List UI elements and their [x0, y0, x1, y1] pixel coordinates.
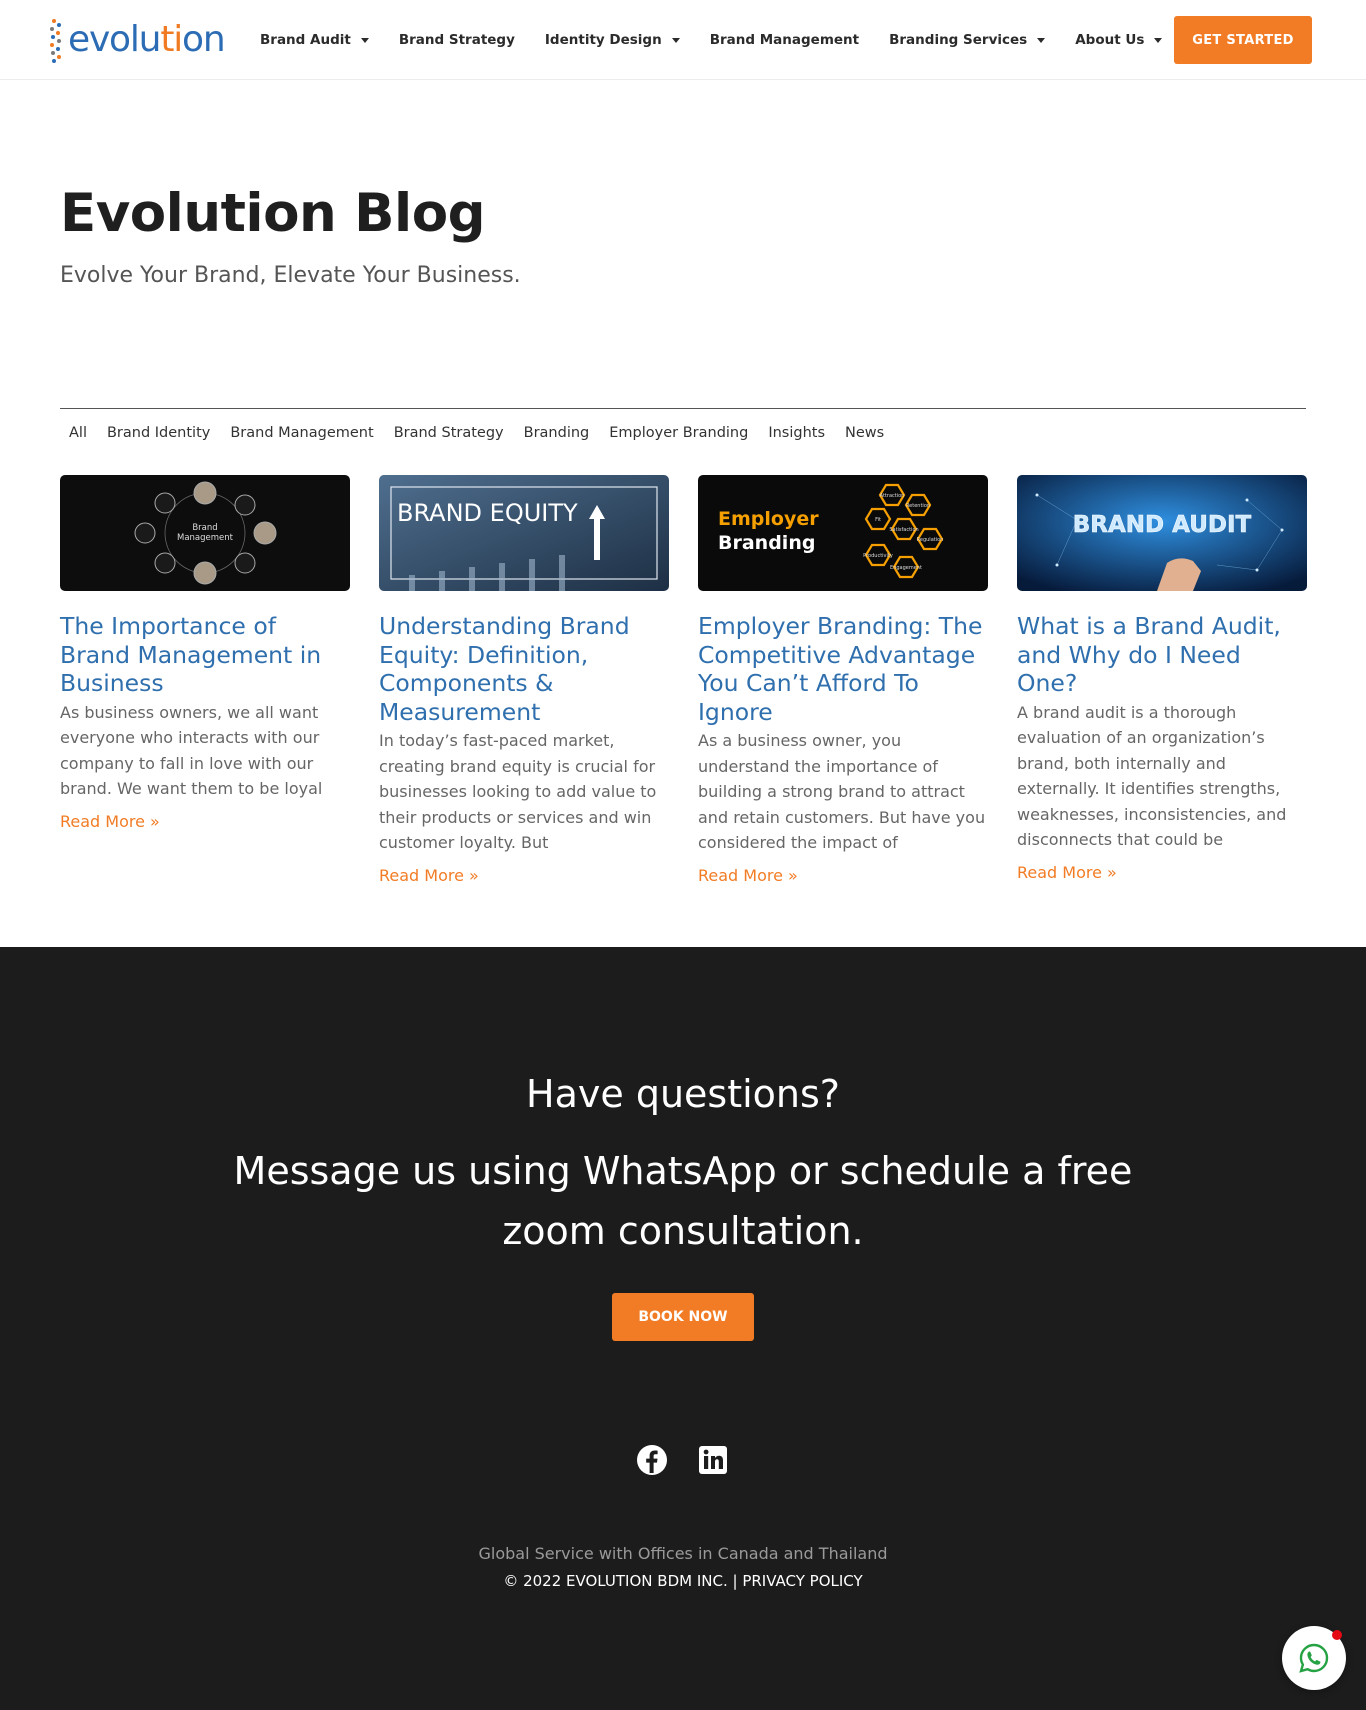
divider — [60, 408, 1306, 409]
filter-employer-branding[interactable]: Employer Branding — [609, 425, 748, 441]
svg-text:Retention: Retention — [906, 503, 930, 509]
svg-text:Productivity: Productivity — [863, 553, 893, 559]
svg-text:Employer: Employer — [718, 508, 819, 530]
page-title: Evolution Blog — [60, 183, 486, 244]
blog-post-card: BRAND EQUITY Understanding Brand Equity:… — [379, 475, 669, 885]
svg-text:BRAND EQUITY: BRAND EQUITY — [397, 499, 578, 527]
page-subtitle: Evolve Your Brand, Elevate Your Business… — [60, 263, 521, 288]
separator: | — [732, 1572, 738, 1590]
site-footer: Have questions? Message us using WhatsAp… — [0, 947, 1366, 1710]
svg-text:Management: Management — [177, 533, 234, 543]
chevron-down-icon — [1154, 37, 1163, 43]
svg-text:Engagement: Engagement — [890, 565, 922, 571]
svg-text:Satisfaction: Satisfaction — [889, 527, 918, 533]
offices-text: Global Service with Offices in Canada an… — [478, 1544, 888, 1563]
chevron-down-icon — [360, 37, 369, 43]
evolution-logo[interactable]: evolution — [46, 16, 226, 64]
nav-identity-design[interactable]: Identity Design — [545, 32, 680, 48]
read-more-link[interactable]: Read More » — [1017, 863, 1307, 882]
svg-text:BRAND AUDIT: BRAND AUDIT — [1073, 512, 1252, 538]
copyright-line: © 2022 EVOLUTION BDM INC. | PRIVACY POLI… — [0, 1572, 1366, 1590]
facebook-icon[interactable] — [635, 1443, 669, 1477]
nav-brand-audit[interactable]: Brand Audit — [260, 32, 369, 48]
post-thumbnail[interactable]: Attraction Retention Fit Satisfaction Re… — [698, 475, 988, 591]
svg-text:Regulation: Regulation — [917, 537, 944, 543]
linkedin-icon[interactable] — [696, 1443, 730, 1477]
svg-text:Fit: Fit — [875, 517, 881, 523]
notification-dot — [1332, 1630, 1342, 1640]
svg-text:Attraction: Attraction — [880, 493, 905, 499]
chevron-down-icon — [1037, 37, 1046, 43]
post-excerpt: In today’s fast-paced market, creating b… — [379, 731, 657, 852]
filter-brand-strategy[interactable]: Brand Strategy — [394, 425, 504, 441]
filter-all[interactable]: All — [69, 425, 87, 441]
post-title[interactable]: What is a Brand Audit, and Why do I Need… — [1017, 612, 1307, 698]
svg-text:Branding: Branding — [718, 532, 815, 554]
filter-brand-identity[interactable]: Brand Identity — [107, 425, 210, 441]
footer-question: Have questions? — [526, 1072, 840, 1116]
post-excerpt: A brand audit is a thorough evaluation o… — [1017, 702, 1287, 850]
nav-about-us[interactable]: About Us — [1075, 32, 1163, 48]
blog-post-card: BRAND AUDIT What is a Brand Audit, and W… — [1017, 475, 1307, 882]
footer-message: Message us using WhatsApp or schedule a … — [233, 1149, 1133, 1253]
copyright-text: © 2022 EVOLUTION BDM INC. — [503, 1572, 728, 1590]
post-excerpt: As business owners, we all want everyone… — [60, 702, 323, 799]
privacy-policy-link[interactable]: PRIVACY POLICY — [742, 1572, 862, 1590]
nav-branding-services[interactable]: Branding Services — [889, 32, 1046, 48]
post-thumbnail[interactable]: Brand Management — [60, 475, 350, 591]
site-header: evolution Brand Audit Brand Strategy Ide… — [0, 0, 1366, 80]
category-filter-bar: All Brand Identity Brand Management Bran… — [60, 421, 894, 445]
post-thumbnail[interactable]: BRAND EQUITY — [379, 475, 669, 591]
blog-post-card: Brand Management The Importance of Brand… — [60, 475, 350, 831]
filter-insights[interactable]: Insights — [768, 425, 825, 441]
main-nav: Brand Audit Brand Strategy Identity Desi… — [260, 0, 1192, 80]
post-excerpt: As a business owner, you understand the … — [698, 731, 986, 852]
read-more-link[interactable]: Read More » — [379, 866, 669, 885]
filter-branding[interactable]: Branding — [524, 425, 590, 441]
filter-brand-management[interactable]: Brand Management — [230, 425, 373, 441]
whatsapp-icon — [1299, 1643, 1329, 1673]
whatsapp-chat-button[interactable] — [1282, 1626, 1346, 1690]
book-now-button[interactable]: BOOK NOW — [612, 1293, 754, 1341]
read-more-link[interactable]: Read More » — [698, 866, 988, 885]
dna-logo-icon — [50, 19, 61, 63]
post-thumbnail[interactable]: BRAND AUDIT — [1017, 475, 1307, 591]
chevron-down-icon — [671, 37, 680, 43]
filter-news[interactable]: News — [845, 425, 884, 441]
nav-brand-strategy[interactable]: Brand Strategy — [399, 32, 515, 48]
post-title[interactable]: Employer Branding: The Competitive Advan… — [698, 612, 988, 726]
read-more-link[interactable]: Read More » — [60, 812, 350, 831]
svg-text:Brand: Brand — [192, 523, 217, 533]
nav-brand-management[interactable]: Brand Management — [710, 32, 859, 48]
blog-post-card: Attraction Retention Fit Satisfaction Re… — [698, 475, 988, 885]
post-title[interactable]: The Importance of Brand Management in Bu… — [60, 612, 350, 698]
get-started-button[interactable]: GET STARTED — [1174, 16, 1312, 64]
logo-wordmark: evolution — [68, 19, 226, 60]
post-title[interactable]: Understanding Brand Equity: Definition, … — [379, 612, 669, 726]
